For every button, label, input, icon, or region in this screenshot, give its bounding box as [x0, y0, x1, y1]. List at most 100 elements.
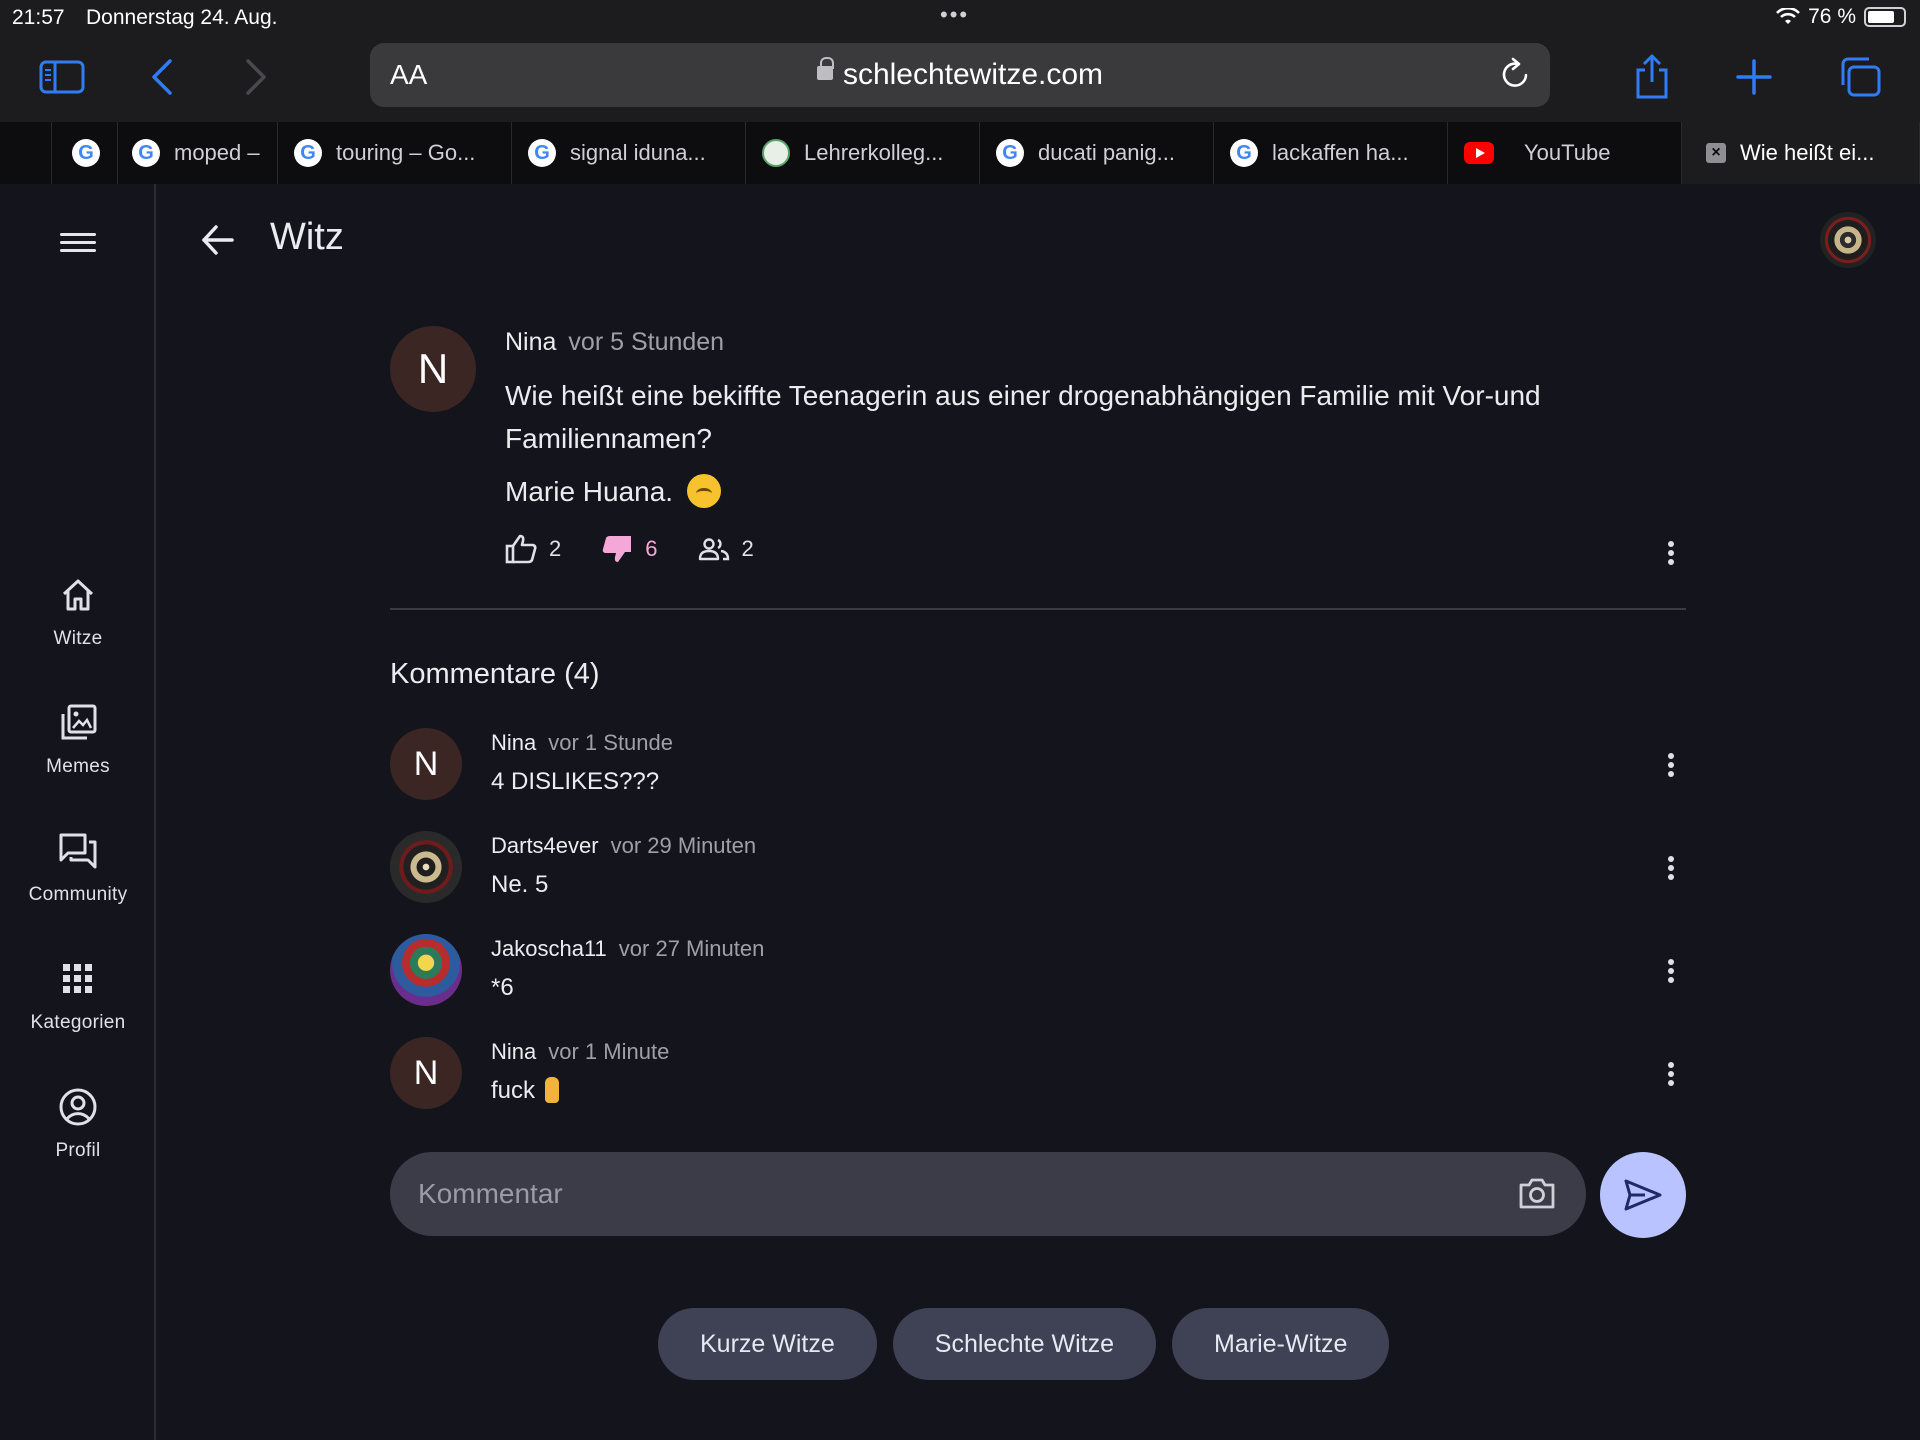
- upside-down-face-emoji-icon: [686, 473, 721, 508]
- comment-author[interactable]: Darts4ever: [491, 833, 599, 858]
- comment-author[interactable]: Nina: [491, 1039, 536, 1064]
- nav-item-kategorien[interactable]: Kategorien: [0, 956, 156, 1034]
- wifi-icon: [1776, 8, 1801, 24]
- back-icon[interactable]: [134, 52, 190, 102]
- tab-overview-icon[interactable]: [1832, 52, 1888, 102]
- gallery-icon: [0, 700, 156, 746]
- comment-time: vor 27 Minuten: [618, 936, 765, 961]
- lock-icon: [816, 57, 834, 81]
- google-icon: G: [72, 139, 100, 167]
- tab-lackaffen[interactable]: Glackaffen ha...: [1214, 122, 1448, 184]
- dislike-button[interactable]: 6: [601, 534, 658, 564]
- url-text: schlechtewitze.com: [370, 57, 1550, 92]
- camera-icon[interactable]: [1518, 1176, 1556, 1215]
- comment-more-icon[interactable]: [1668, 853, 1676, 883]
- forward-icon[interactable]: [228, 52, 284, 102]
- back-arrow-icon[interactable]: [200, 222, 236, 263]
- avatar[interactable]: [390, 831, 462, 903]
- tab-ducati[interactable]: Gducati panig...: [980, 122, 1214, 184]
- post-meta: Nina vor 5 Stunden: [505, 328, 724, 357]
- chip-kurze-witze[interactable]: Kurze Witze: [658, 1308, 877, 1380]
- close-icon[interactable]: ×: [1706, 143, 1726, 163]
- comment-more-icon[interactable]: [1668, 750, 1676, 780]
- google-icon: G: [528, 139, 556, 167]
- joke-answer-text: Marie Huana.: [505, 476, 674, 507]
- joke-question: Wie heißt eine bekiffte Teenagerin aus e…: [505, 380, 1541, 454]
- post-author[interactable]: Nina: [505, 328, 556, 356]
- status-right: 76 %: [1776, 5, 1906, 29]
- participants-count: 2: [741, 536, 754, 561]
- tab-label: YouTube: [1524, 140, 1611, 165]
- post-more-icon[interactable]: [1668, 538, 1676, 568]
- nav-item-memes[interactable]: Memes: [0, 700, 156, 778]
- menu-icon[interactable]: [58, 228, 98, 260]
- nav-item-profil[interactable]: Profil: [0, 1084, 156, 1162]
- comment-item: Darts4ever vor 29 Minuten Ne. 5: [390, 827, 1686, 907]
- google-icon: G: [132, 139, 160, 167]
- middle-finger-emoji-icon: [545, 1076, 560, 1103]
- tab-active[interactable]: × Wie heißt ei...: [1682, 122, 1920, 184]
- sidebar-toggle-icon[interactable]: [34, 52, 90, 102]
- chip-marie-witze[interactable]: Marie-Witze: [1172, 1308, 1390, 1380]
- comment-more-icon[interactable]: [1668, 1059, 1676, 1089]
- reload-icon[interactable]: [1500, 57, 1532, 96]
- tab-lehrerkolleg[interactable]: Lehrerkolleg...: [746, 122, 980, 184]
- comment-input-container: [390, 1152, 1586, 1236]
- comment-text: 4 DISLIKES???: [491, 768, 660, 795]
- avatar[interactable]: N: [390, 728, 462, 800]
- tab-label: Lehrerkolleg...: [804, 140, 944, 165]
- avatar[interactable]: N: [390, 1037, 462, 1109]
- forum-icon: [0, 828, 156, 874]
- comment-input[interactable]: [418, 1152, 1498, 1236]
- share-icon[interactable]: [1624, 52, 1680, 102]
- tab-moped[interactable]: Gmoped –: [118, 122, 278, 184]
- tab-pinned[interactable]: [0, 122, 52, 184]
- tab-label: lackaffen ha...: [1272, 140, 1409, 165]
- home-icon: [0, 572, 156, 618]
- page-title: Witz: [270, 216, 344, 258]
- comment-meta: Nina vor 1 Minute: [491, 1039, 669, 1065]
- tab-google[interactable]: G: [52, 122, 118, 184]
- tab-label: moped –: [174, 140, 260, 165]
- url-label: schlechtewitze.com: [842, 58, 1104, 91]
- tab-label: Wie heißt ei...: [1740, 140, 1875, 165]
- profile-icon: [0, 1084, 156, 1130]
- tab-touring[interactable]: Gtouring – Go...: [278, 122, 512, 184]
- new-tab-icon[interactable]: [1726, 52, 1782, 102]
- send-button[interactable]: [1600, 1152, 1686, 1238]
- nav-label-profil: Profil: [55, 1140, 101, 1161]
- comment-text: fuck: [491, 1077, 536, 1104]
- comment-item: N Nina vor 1 Minute fuck: [390, 1033, 1686, 1113]
- comment-author[interactable]: Jakoscha11: [491, 936, 607, 961]
- user-avatar[interactable]: [1820, 212, 1876, 268]
- google-icon: G: [1230, 139, 1258, 167]
- joke-answer: Marie Huana.: [505, 473, 721, 511]
- comment-more-icon[interactable]: [1668, 956, 1676, 986]
- multitasking-dots-icon[interactable]: •••: [940, 2, 969, 28]
- send-icon: [1624, 1179, 1662, 1211]
- nav-label-witze: Witze: [53, 628, 103, 649]
- comment-body: fuck: [491, 1076, 560, 1105]
- navigation-rail: Witze Memes Community Kategorien Profil: [0, 184, 156, 1440]
- status-time: 21:57: [12, 6, 65, 29]
- category-chips: Kurze Witze Schlechte Witze Marie-Witze: [658, 1308, 1390, 1380]
- comment-author[interactable]: Nina: [491, 730, 536, 755]
- participants-button[interactable]: 2: [698, 536, 754, 562]
- like-button[interactable]: 2: [505, 534, 561, 564]
- battery-icon: [1864, 7, 1906, 27]
- status-bar: 21:57 Donnerstag 24. Aug. ••• 76 %: [0, 0, 1920, 36]
- nav-item-community[interactable]: Community: [0, 828, 156, 906]
- nav-item-witze[interactable]: Witze: [0, 572, 156, 650]
- thumb-up-icon: [505, 534, 537, 564]
- comment-text: Ne. 5: [491, 871, 549, 898]
- avatar[interactable]: N: [390, 326, 476, 412]
- address-bar[interactable]: AA schlechtewitze.com: [370, 43, 1550, 107]
- status-date: Donnerstag 24. Aug.: [86, 6, 278, 29]
- tab-signal-iduna[interactable]: Gsignal iduna...: [512, 122, 746, 184]
- chip-schlechte-witze[interactable]: Schlechte Witze: [892, 1308, 1157, 1380]
- tab-youtube[interactable]: YouTube: [1448, 122, 1682, 184]
- avatar[interactable]: [390, 934, 462, 1006]
- comment-time: vor 1 Stunde: [548, 730, 673, 755]
- comment-time: vor 1 Minute: [548, 1039, 670, 1064]
- moodle-icon: [762, 139, 790, 167]
